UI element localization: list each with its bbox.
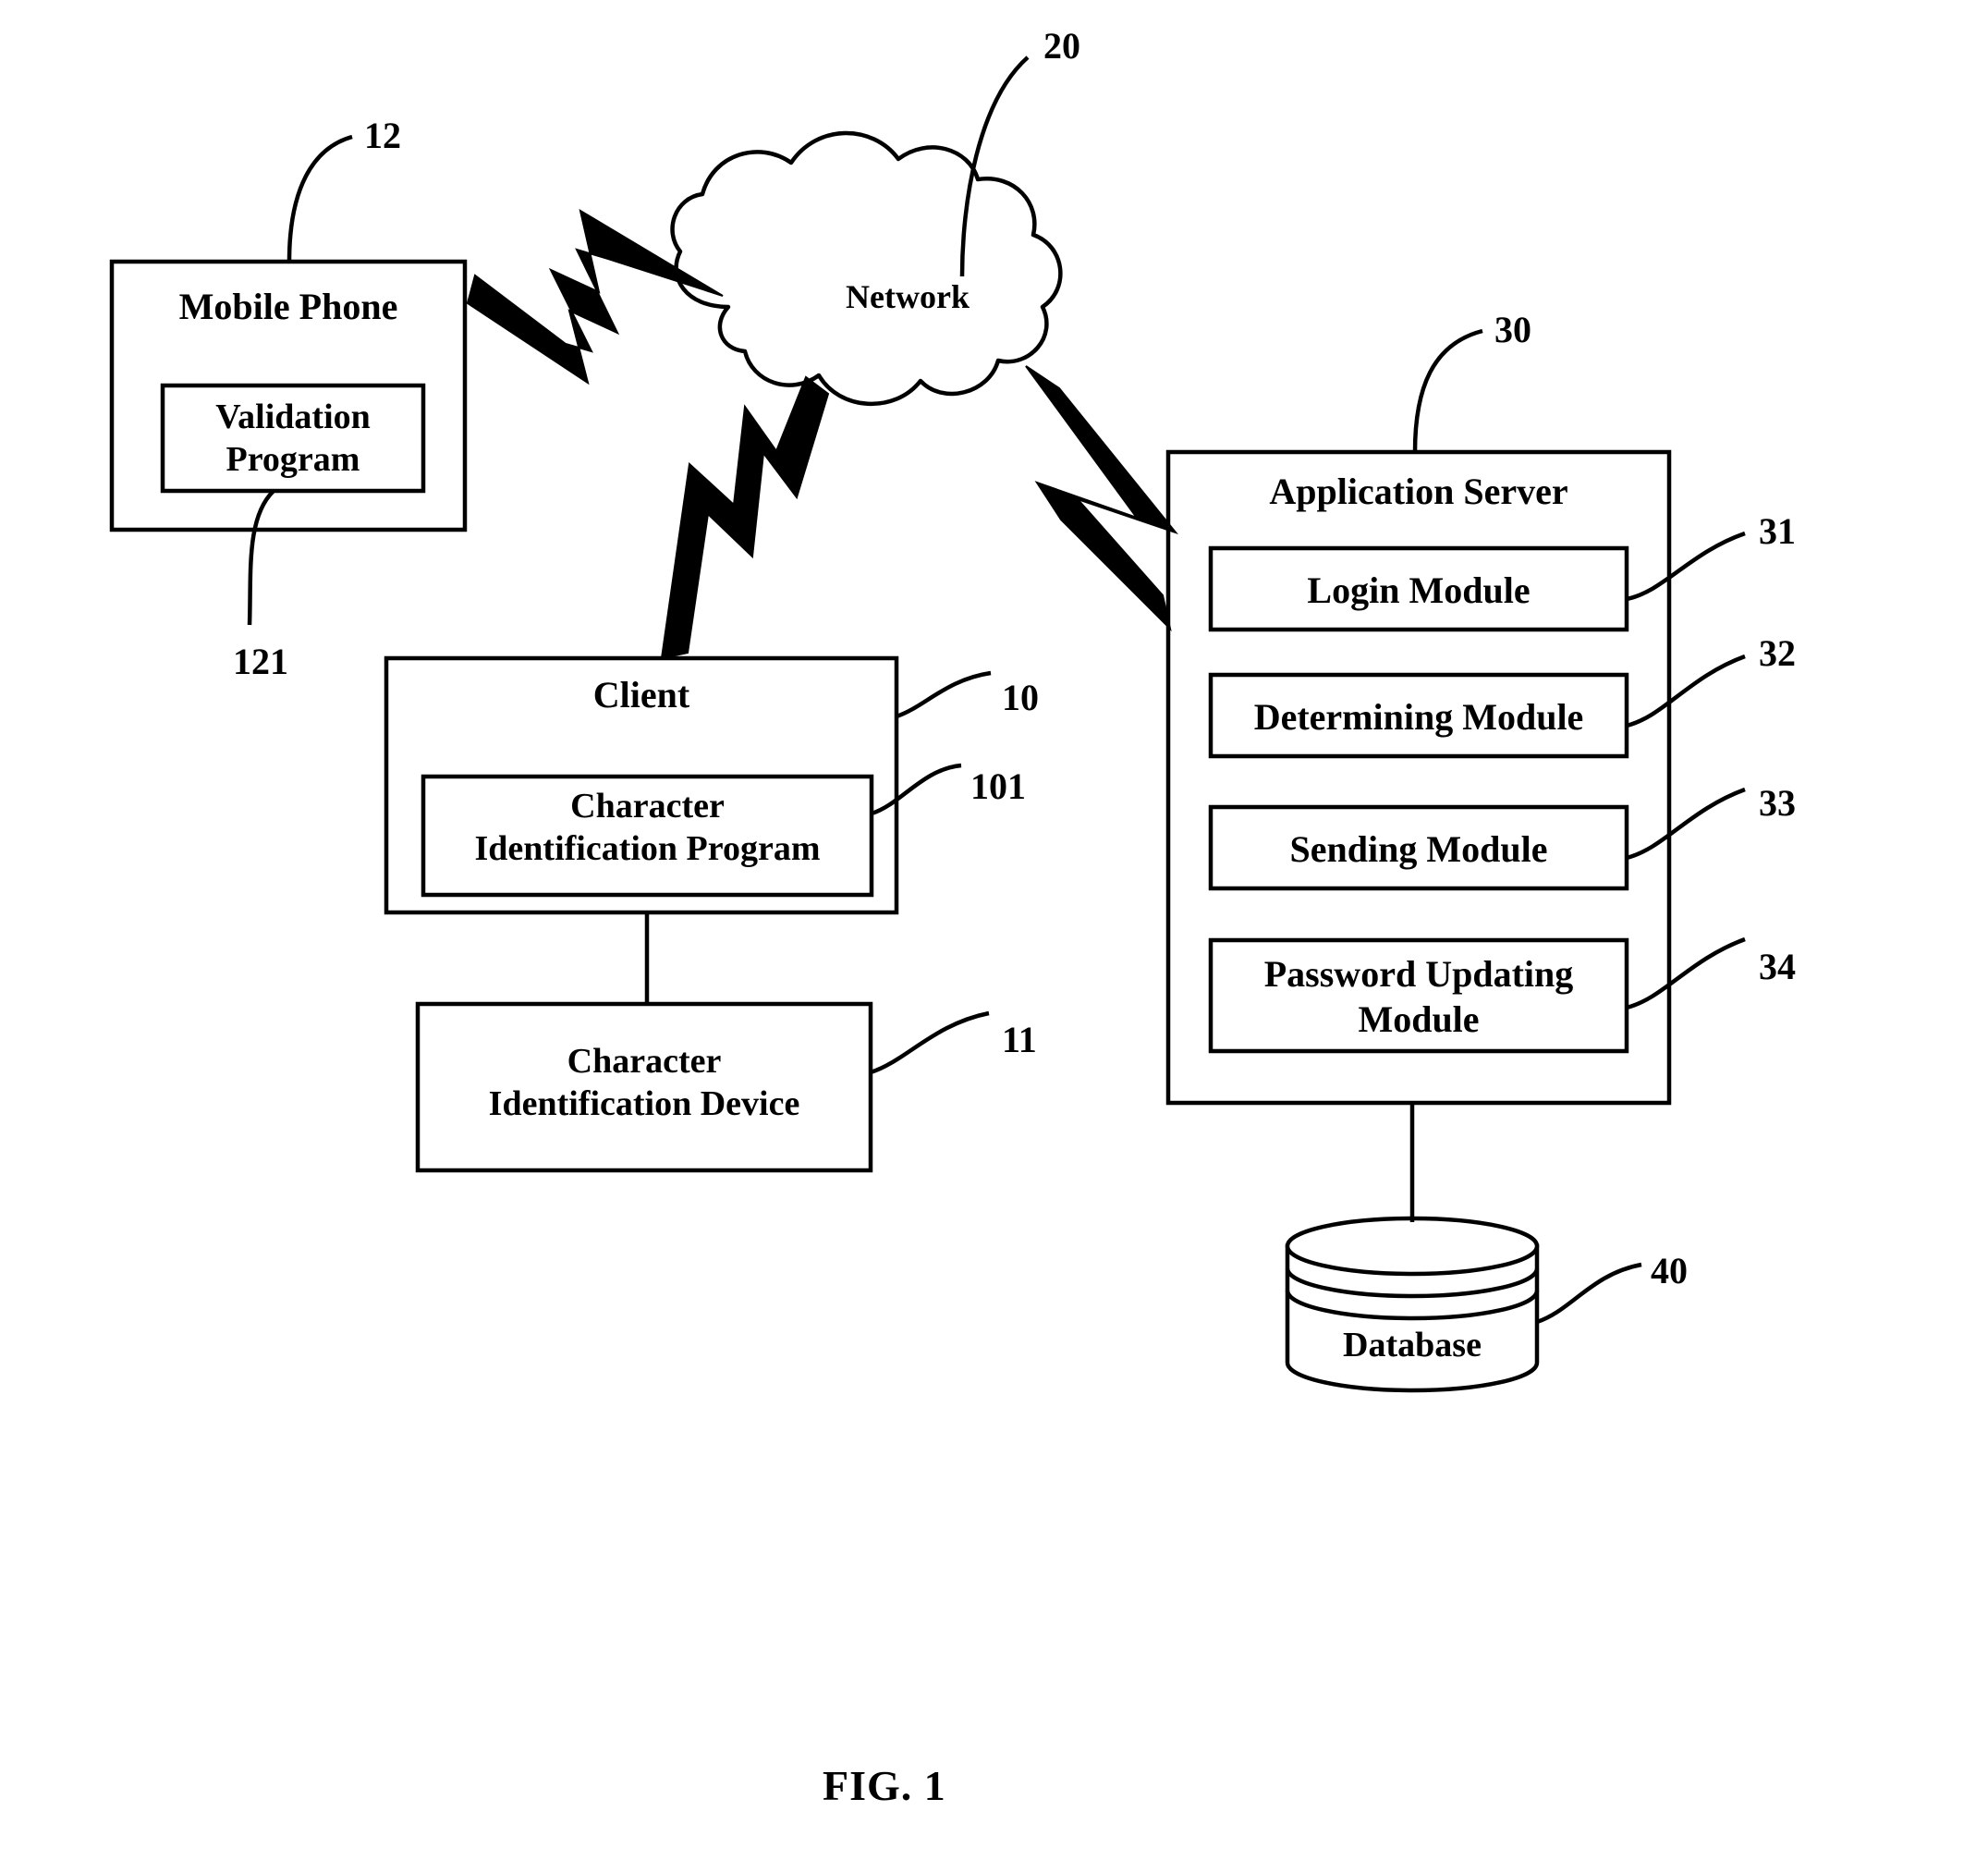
reference-number-20: 20 [1043,25,1080,67]
character-identification-program-box-shape [421,774,874,898]
password-updating-module-box-shape [1208,937,1629,1054]
reference-number-34: 34 [1759,946,1796,987]
validation-program-box-shape [160,383,426,494]
leader-line-10 [896,670,992,719]
lightning-network-to-server-icon [1025,365,1178,632]
reference-number-101: 101 [970,765,1026,807]
database-cylinder-shape [1285,1216,1540,1393]
leader-line-40 [1536,1262,1642,1325]
login-module-box-shape [1208,545,1629,632]
figure-caption: FIG. 1 [823,1762,946,1809]
network-cloud-shape [670,130,1063,407]
reference-number-33: 33 [1759,782,1796,824]
leader-line-30 [1412,328,1483,453]
reference-number-31: 31 [1759,510,1796,552]
patent-figure: Mobile Phone Validation Program Network … [0,0,1988,1872]
determining-module-box-shape [1208,672,1629,759]
reference-number-121: 121 [233,641,288,682]
reference-number-12: 12 [364,115,401,156]
reference-number-32: 32 [1759,632,1796,674]
leader-line-11 [870,1010,990,1075]
sending-module-box-shape [1208,804,1629,891]
reference-number-10: 10 [1002,677,1039,718]
character-identification-device-box-shape [415,1001,873,1173]
reference-number-11: 11 [1002,1019,1037,1060]
leader-line-12 [287,134,353,263]
reference-number-30: 30 [1494,309,1531,350]
reference-number-40: 40 [1651,1250,1688,1291]
lightning-client-to-network-icon [660,375,830,660]
diagram-canvas [109,55,1746,1393]
